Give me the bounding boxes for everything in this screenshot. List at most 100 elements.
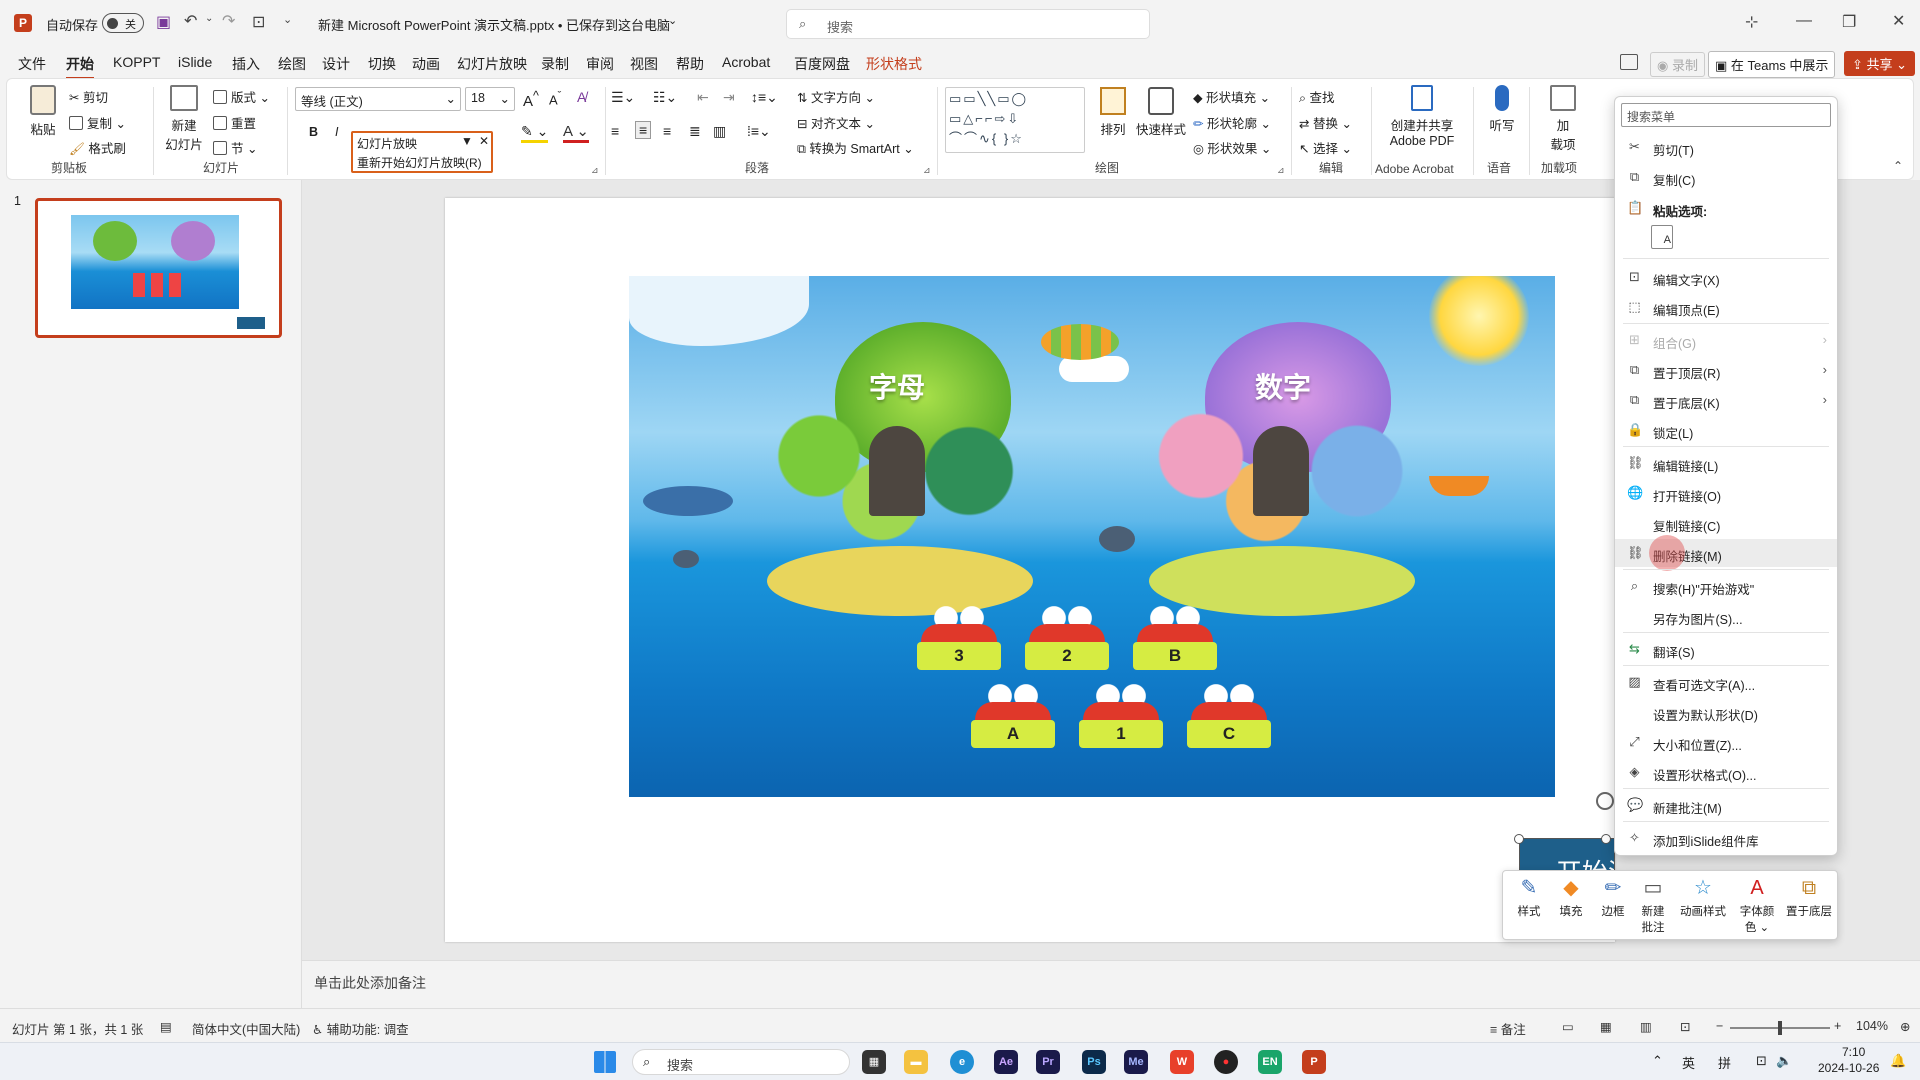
recorder-icon[interactable]: ● (1214, 1050, 1238, 1074)
tab-view[interactable]: 视图 (630, 54, 658, 74)
media-encoder-icon[interactable]: Me (1124, 1050, 1148, 1074)
tray-chevron-icon[interactable]: ⌃ (1652, 1053, 1663, 1069)
notes-toggle[interactable]: ≡ 备注 (1490, 1019, 1526, 1038)
crab-2[interactable]: 2 (1025, 606, 1109, 670)
shapes-gallery[interactable]: ▭▭╲╲▭◯ ▭△⌐⌐⇨⇩ ⌒⌒∿{ }☆ (945, 87, 1085, 153)
distribute-icon[interactable]: ⁞≡⌄ (747, 123, 771, 140)
save-icon[interactable]: ▣ (156, 12, 171, 32)
bold-button[interactable]: B (309, 125, 318, 139)
justify-icon[interactable]: ≣ (689, 123, 701, 140)
menu-item-edit-points[interactable]: ⬚ 编辑顶点(E) (1615, 293, 1837, 321)
wps-icon[interactable]: W (1170, 1050, 1194, 1074)
menu-item-new-comment[interactable]: 💬 新建批注(M) (1615, 791, 1837, 819)
ime-mode[interactable]: 拼 (1718, 1053, 1731, 1072)
redo-icon[interactable]: ↷ (222, 11, 235, 31)
style-button[interactable]: ✎ 样式 (1511, 875, 1547, 919)
menu-item-copy[interactable]: ⧉ 复制(C) (1615, 163, 1837, 191)
tab-home[interactable]: 开始 (66, 54, 94, 80)
line-spacing-icon[interactable]: ↕≡⌄ (751, 89, 778, 106)
slideshow-view-icon[interactable]: ⊡ (1680, 1019, 1690, 1034)
slideshow-item[interactable]: 幻灯片放映 (357, 135, 417, 152)
undo-icon[interactable]: ↶ (184, 11, 197, 31)
grow-font-icon[interactable]: A^ (523, 89, 539, 110)
slide-canvas[interactable]: 字母 数字 3 2 B A 1 C 开始 (445, 198, 1615, 942)
notification-bell-icon[interactable]: 🔔 (1890, 1053, 1906, 1069)
slideshow-dropdown[interactable]: 幻灯片放映 ▼ ✕ 重新开始幻灯片放映(R) (351, 131, 493, 173)
menu-item-send-to-back[interactable]: ⧉ 置于底层(K) › (1615, 386, 1837, 414)
align-text-button[interactable]: ⊟ 对齐文本 ⌄ (797, 113, 875, 132)
menu-item-format-shape[interactable]: ◈ 设置形状格式(O)... (1615, 758, 1837, 786)
font-color-button[interactable]: A 字体颜色 ⌄ (1735, 875, 1779, 935)
close-icon[interactable]: ✕ (1892, 11, 1905, 31)
menu-item-open-link[interactable]: 🌐 打开链接(O) (1615, 479, 1837, 507)
network-icon[interactable]: ⊡ (1756, 1053, 1767, 1069)
section-button[interactable]: 节 ⌄ (213, 138, 257, 157)
italic-button[interactable]: I (335, 125, 338, 139)
align-right-icon[interactable]: ≡ (663, 123, 671, 139)
zoom-slider-thumb[interactable] (1778, 1021, 1782, 1035)
new-slide-button[interactable]: 新建 幻灯片 (159, 85, 209, 153)
numbering-icon[interactable]: ☷⌄ (653, 89, 677, 106)
crab-3[interactable]: 3 (917, 606, 1001, 670)
tab-koppt[interactable]: KOPPT (113, 54, 160, 70)
tab-shape-format[interactable]: 形状格式 (866, 54, 922, 74)
text-direction-button[interactable]: ⇅ 文字方向 ⌄ (797, 87, 875, 106)
tab-draw[interactable]: 绘图 (278, 54, 306, 74)
after-effects-icon[interactable]: Ae (994, 1050, 1018, 1074)
menu-item-search[interactable]: ⌕ 搜索(H)"开始游戏" (1615, 572, 1837, 600)
paste-button[interactable]: 粘贴 (25, 85, 61, 138)
selection-handle[interactable] (1514, 834, 1524, 844)
drawing-dialog-launcher-icon[interactable]: ⊿ (1277, 165, 1285, 176)
menu-item-alt-text[interactable]: ▨ 查看可选文字(A)... (1615, 668, 1837, 696)
comments-icon[interactable] (1620, 54, 1638, 70)
tab-animations[interactable]: 动画 (412, 54, 440, 74)
menu-item-save-as-picture[interactable]: 另存为图片(S)... (1615, 602, 1837, 630)
tab-islide[interactable]: iSlide (178, 54, 212, 70)
title-dropdown-icon[interactable]: ⌄ (668, 14, 677, 27)
tab-record[interactable]: 录制 (541, 54, 569, 74)
tab-help[interactable]: 帮助 (676, 54, 704, 74)
ime-lang[interactable]: 英 (1682, 1053, 1695, 1072)
menu-item-copy-link[interactable]: 复制链接(C) (1615, 509, 1837, 537)
premiere-icon[interactable]: Pr (1036, 1050, 1060, 1074)
fill-button[interactable]: ◆ 填充 (1553, 875, 1589, 919)
tab-insert[interactable]: 插入 (232, 54, 260, 74)
close-dropdown-icon[interactable]: ✕ (479, 134, 489, 148)
selection-handle[interactable] (1601, 834, 1611, 844)
border-button[interactable]: ✏ 边框 (1595, 875, 1631, 919)
tab-file[interactable]: 文件 (18, 54, 46, 74)
translator-icon[interactable]: EN (1258, 1050, 1282, 1074)
reading-view-icon[interactable]: ▥ (1640, 1019, 1652, 1034)
photoshop-icon[interactable]: Ps (1082, 1050, 1106, 1074)
dictate-button[interactable]: 听写 (1481, 85, 1523, 134)
format-painter-button[interactable]: 🖌 格式刷 (69, 138, 126, 157)
columns-icon[interactable]: ▥ (713, 123, 726, 140)
spell-check-icon[interactable]: ▤ (160, 1019, 172, 1034)
shape-effects-button[interactable]: ◎ 形状效果 ⌄ (1193, 138, 1271, 157)
collapse-ribbon-icon[interactable]: ⌃ (1893, 159, 1903, 173)
animation-styles-button[interactable]: ☆ 动画样式 (1675, 875, 1731, 919)
menu-item-size-position[interactable]: ⤢ 大小和位置(Z)... (1615, 728, 1837, 756)
menu-search-input[interactable]: 搜索菜单 (1621, 103, 1831, 127)
clock-time[interactable]: 7:10 (1842, 1045, 1865, 1059)
windows-start-icon[interactable] (594, 1051, 616, 1073)
slide-sorter-icon[interactable]: ▦ (1600, 1019, 1612, 1034)
paste-keep-text-icon[interactable]: A (1651, 225, 1673, 249)
notes-pane[interactable]: 单击此处添加备注 (302, 960, 1920, 1010)
shrink-font-icon[interactable]: Aˇ (549, 90, 561, 107)
smartart-button[interactable]: ⧉ 转换为 SmartArt ⌄ (797, 138, 914, 157)
find-button[interactable]: ⌕ 查找 (1299, 87, 1335, 106)
accessibility-status[interactable]: ♿ 辅助功能: 调查 (312, 1019, 409, 1038)
record-button[interactable]: ◉ 录制 (1650, 52, 1705, 77)
crab-c[interactable]: C (1187, 684, 1271, 748)
maximize-icon[interactable]: ❐ (1842, 12, 1856, 32)
search-box[interactable]: ⌕ 搜索 (786, 9, 1150, 39)
tab-slideshow[interactable]: 幻灯片放映 (457, 54, 527, 74)
arrange-button[interactable]: 排列 (1093, 87, 1133, 138)
menu-item-remove-link[interactable]: ⛓ 删除链接(M) (1615, 535, 1837, 571)
rotation-handle-icon[interactable] (1596, 792, 1614, 810)
taskbar-search[interactable]: ⌕ 搜索 (632, 1049, 850, 1075)
replace-button[interactable]: ⇄ 替换 ⌄ (1299, 113, 1352, 132)
font-family-select[interactable]: 等线 (正文) ⌄ (295, 87, 461, 111)
minimize-icon[interactable]: — (1796, 12, 1812, 30)
